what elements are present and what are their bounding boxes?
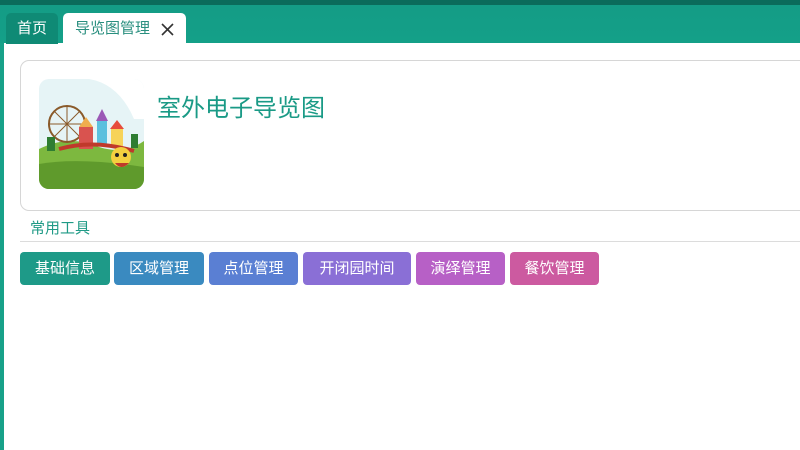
area-management-button[interactable]: 区域管理 bbox=[114, 252, 204, 285]
tab-bar: 首页 导览图管理 bbox=[0, 5, 800, 44]
point-management-button[interactable]: 点位管理 bbox=[209, 252, 298, 285]
tab-guide-map-management[interactable]: 导览图管理 bbox=[63, 13, 186, 44]
dining-management-button[interactable]: 餐饮管理 bbox=[510, 252, 599, 285]
card-title[interactable]: 室外电子导览图 bbox=[157, 88, 325, 123]
guide-map-card[interactable]: 室外电子导览图 bbox=[20, 60, 800, 211]
park-hours-button[interactable]: 开闭园时间 bbox=[303, 252, 411, 285]
amusement-park-illustration-icon bbox=[39, 79, 144, 189]
divider bbox=[20, 241, 800, 242]
left-edge bbox=[0, 43, 4, 450]
tab-home[interactable]: 首页 bbox=[6, 13, 58, 44]
tab-label: 导览图管理 bbox=[75, 19, 151, 37]
performance-management-button[interactable]: 演绎管理 bbox=[416, 252, 505, 285]
section-label-common-tools: 常用工具 bbox=[30, 219, 91, 237]
basic-info-button[interactable]: 基础信息 bbox=[20, 252, 110, 285]
close-icon[interactable] bbox=[160, 22, 175, 37]
app-frame: 首页 导览图管理 室外电子导览图 常用工具 基础信息 区域管理 点位管理 开闭园… bbox=[0, 0, 800, 450]
